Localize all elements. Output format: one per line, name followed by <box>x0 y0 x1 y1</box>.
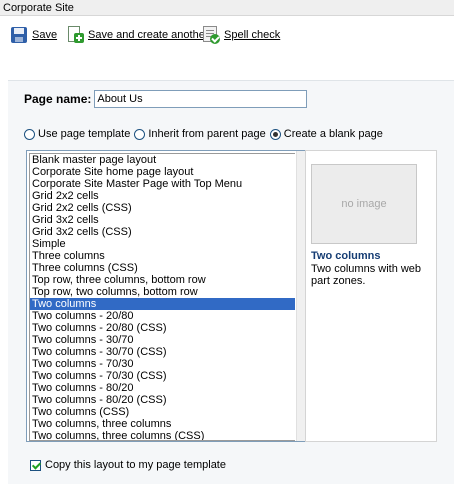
layout-list-item[interactable]: Grid 3x2 cells <box>30 214 295 226</box>
layout-list-items: Blank master page layout Corporate Site h… <box>29 153 295 441</box>
page-template-options: Use page template Inherit from parent pa… <box>24 128 387 140</box>
layout-list-item[interactable]: Grid 3x2 cells (CSS) <box>30 226 295 238</box>
save-and-create-another-button[interactable]: Save and create another <box>66 24 208 46</box>
layout-list-item[interactable]: Two columns - 70/30 (CSS) <box>30 370 295 382</box>
layout-list-item[interactable]: Three columns <box>30 250 295 262</box>
layout-preview-description: Two columns with web part zones. <box>311 263 422 287</box>
copy-layout-checkbox[interactable] <box>30 459 41 471</box>
window-title-bar: Corporate Site <box>0 0 454 16</box>
spell-check-icon <box>202 26 220 44</box>
layout-list-item[interactable]: Two columns, three columns <box>30 418 295 430</box>
use-page-template-label: Use page template <box>38 128 131 140</box>
layout-list-item[interactable]: Two columns - 20/80 (CSS) <box>30 322 295 334</box>
copy-layout-label: Copy this layout to my page template <box>45 459 226 471</box>
layout-list-item[interactable]: Three columns (CSS) <box>30 262 295 274</box>
page-name-row: Page name: <box>24 90 308 108</box>
spell-check-button[interactable]: Spell check <box>202 24 280 46</box>
layout-list-item[interactable]: Grid 2x2 cells <box>30 190 295 202</box>
inherit-from-parent-label: Inherit from parent page <box>148 128 266 140</box>
layout-list-item[interactable]: Two columns - 30/70 <box>30 334 295 346</box>
window-title: Corporate Site <box>3 2 74 14</box>
layout-list-item[interactable]: Blank master page layout <box>30 154 295 166</box>
layout-list-item[interactable]: Top row, two columns, bottom row <box>30 286 295 298</box>
create-blank-page-option[interactable]: Create a blank page <box>269 128 383 140</box>
layout-list-item[interactable]: Two columns - 80/20 <box>30 382 295 394</box>
layout-list-item[interactable]: Corporate Site home page layout <box>30 166 295 178</box>
new-page-panel: Page name: Use page template Inherit fro… <box>8 80 454 484</box>
create-blank-page-radio[interactable] <box>269 128 281 140</box>
layout-list-item[interactable]: Corporate Site Master Page with Top Menu <box>30 178 295 190</box>
layout-listbox[interactable]: Blank master page layout Corporate Site h… <box>26 150 307 442</box>
floppy-disk-icon <box>10 26 28 44</box>
layout-list-item[interactable]: Two columns, three columns (CSS) <box>30 430 295 440</box>
layout-list-item[interactable]: Two columns - 70/30 <box>30 358 295 370</box>
spell-check-label: Spell check <box>224 29 281 41</box>
create-blank-page-label: Create a blank page <box>283 128 383 140</box>
use-page-template-option[interactable]: Use page template <box>24 128 130 140</box>
layout-list-item[interactable]: Top row, three columns, bottom row <box>30 274 295 286</box>
copy-layout-option[interactable]: Copy this layout to my page template <box>30 459 226 471</box>
save-button[interactable]: Save <box>10 24 57 46</box>
layout-preview: no image Two columns Two columns with we… <box>305 150 437 442</box>
inherit-from-parent-option[interactable]: Inherit from parent page <box>134 128 266 140</box>
new-page-plus-icon <box>66 26 84 44</box>
layout-list-item[interactable]: Two columns (CSS) <box>30 406 295 418</box>
page-name-label: Page name: <box>24 92 92 106</box>
layout-list-item[interactable]: Grid 2x2 cells (CSS) <box>30 202 295 214</box>
inherit-from-parent-radio[interactable] <box>134 128 146 140</box>
layout-list-item[interactable]: Two columns <box>30 298 295 310</box>
layout-preview-title: Two columns <box>311 250 381 262</box>
layout-list-item[interactable]: Two columns - 20/80 <box>30 310 295 322</box>
layout-list-item[interactable]: Simple <box>30 238 295 250</box>
use-page-template-radio[interactable] <box>24 128 35 140</box>
toolbar: Save Save and create another Spell check <box>0 17 454 51</box>
save-button-label: Save <box>32 29 58 41</box>
page-name-input[interactable] <box>94 90 308 108</box>
layout-list-item[interactable]: Two columns - 80/20 (CSS) <box>30 394 295 406</box>
layout-preview-image: no image <box>311 164 417 244</box>
save-and-create-another-label: Save and create another <box>88 29 209 41</box>
layout-list-item[interactable]: Two columns - 30/70 (CSS) <box>30 346 295 358</box>
